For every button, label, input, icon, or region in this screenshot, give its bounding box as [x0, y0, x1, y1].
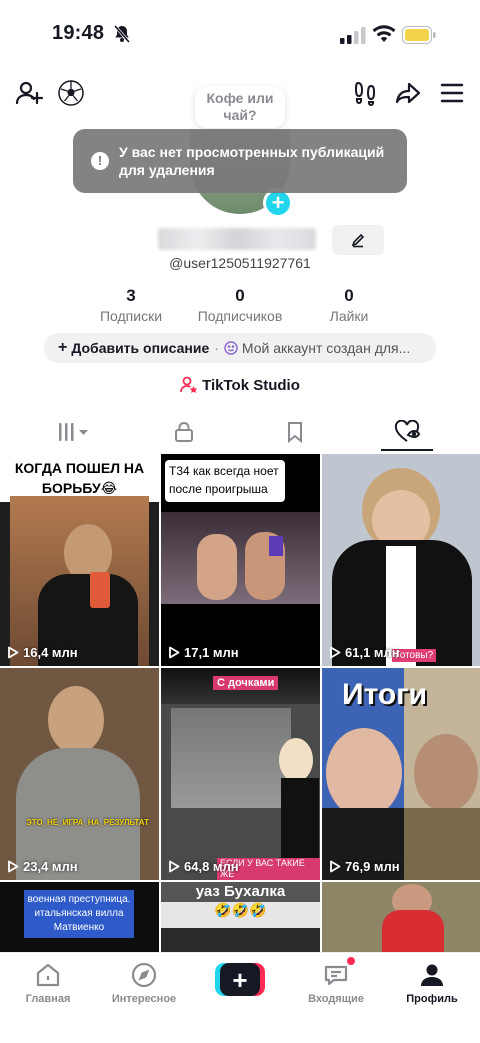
- status-bar: 19:48: [0, 0, 480, 70]
- video-caption: военная преступница. итальянская вилла М…: [24, 890, 134, 938]
- edit-name-button[interactable]: [332, 225, 384, 255]
- tiktok-studio-link[interactable]: TikTok Studio: [0, 376, 480, 394]
- bookmark-icon: [288, 422, 302, 443]
- stat-label: Подписки: [99, 308, 163, 324]
- nav-discover[interactable]: Интересное: [96, 961, 192, 1005]
- smile-icon: [224, 341, 238, 355]
- stat-label: Лайки: [329, 308, 369, 324]
- view-count: 76,9 млн: [329, 859, 400, 874]
- video-thumbnail[interactable]: уаз Бухалка 🤣🤣🤣: [161, 882, 320, 954]
- grid-icon: [59, 423, 88, 441]
- view-count-text: 23,4 млн: [23, 859, 78, 874]
- add-description-link[interactable]: Добавить описание: [71, 340, 209, 356]
- separator: ·: [214, 340, 219, 356]
- create-button[interactable]: +: [215, 963, 265, 996]
- video-thumbnail[interactable]: Итоги 76,9 млн: [322, 668, 480, 880]
- view-count-text: 16,4 млн: [23, 645, 78, 660]
- studio-icon: [180, 376, 198, 393]
- video-caption: С дочками: [213, 676, 279, 690]
- play-icon: [8, 860, 19, 873]
- video-thumbnail[interactable]: T34 как всегда ноет после проигрыша 17,1…: [161, 454, 320, 666]
- nav-inbox[interactable]: Входящие: [288, 961, 384, 1005]
- nav-profile[interactable]: Профиль: [384, 961, 480, 1005]
- video-caption: уаз Бухалка: [161, 882, 320, 902]
- lock-icon: [175, 422, 193, 442]
- bottom-navigation: Главная Интересное + Входящие Профиль: [0, 952, 480, 1043]
- nav-profile-label: Профиль: [406, 993, 458, 1005]
- bio-pill[interactable]: + Добавить описание · Мой аккаунт создан…: [44, 333, 436, 363]
- question-bubble[interactable]: Кофе или чай?: [195, 86, 285, 128]
- inbox-icon: [324, 965, 348, 986]
- tab-videos[interactable]: [14, 412, 134, 452]
- video-caption-2: 🤣🤣🤣: [214, 902, 267, 918]
- nav-home[interactable]: Главная: [0, 961, 96, 1005]
- tab-liked[interactable]: [347, 412, 467, 452]
- video-thumbnail[interactable]: ЭТО_НЕ_ИГРА_НА_РЕЗУЛЬТАТ 23,4 млн: [0, 668, 159, 880]
- play-icon: [330, 646, 341, 659]
- stat-followers[interactable]: 0 Подписчиков: [180, 286, 300, 324]
- stat-value: 0: [344, 286, 354, 305]
- add-friend-icon[interactable]: [14, 78, 44, 108]
- video-grid: КОГДА ПОШЕЛ НА БОРЬБУ😂 16,4 млн T34 как …: [0, 454, 480, 954]
- footprints-icon[interactable]: [350, 78, 380, 108]
- video-thumbnail[interactable]: КОГДА ПОШЕЛ НА БОРЬБУ😂 16,4 млн: [0, 454, 159, 666]
- battery-icon: [402, 26, 436, 44]
- video-caption: T34 как всегда ноет после проигрыша: [169, 464, 279, 496]
- stat-following[interactable]: 3 Подписки: [71, 286, 191, 324]
- profile-icon: [421, 964, 443, 986]
- view-count: 17,1 млн: [168, 645, 239, 660]
- menu-icon[interactable]: [437, 78, 467, 108]
- signal-icon: [340, 27, 366, 44]
- view-count: 61,1 млн: [329, 645, 400, 660]
- stat-value: 3: [126, 286, 136, 305]
- soccer-ball-icon[interactable]: [56, 78, 86, 108]
- video-thumbnail[interactable]: Готовы? 61,1 млн: [322, 454, 480, 666]
- toast-message: У вас нет просмотренных публикаций для у…: [119, 144, 385, 178]
- status-time: 19:48: [52, 22, 105, 44]
- share-icon[interactable]: [393, 78, 423, 108]
- plus-icon: +: [220, 963, 260, 996]
- toast-notification: ! У вас нет просмотренных публикаций для…: [73, 129, 407, 193]
- view-count-text: 76,9 млн: [345, 859, 400, 874]
- display-name-blurred: [158, 228, 316, 250]
- content-tabs: [0, 412, 480, 452]
- pencil-icon: [351, 233, 365, 248]
- view-count-text: 61,1 млн: [345, 645, 400, 660]
- nav-inbox-label: Входящие: [308, 993, 364, 1005]
- play-icon: [169, 860, 180, 873]
- home-icon: [36, 963, 60, 987]
- play-icon: [169, 646, 180, 659]
- stat-likes[interactable]: 0 Лайки: [289, 286, 409, 324]
- username: @user1250511927761: [169, 255, 311, 271]
- view-count: 64,8 млн: [168, 859, 239, 874]
- plus-icon: +: [58, 339, 68, 356]
- video-caption: Итоги: [342, 678, 428, 711]
- video-thumbnail[interactable]: С дочками ЕСЛИ У ВАС ТАКИЕ ЖЕ 64,8 млн: [161, 668, 320, 880]
- notification-dot: [347, 957, 355, 965]
- video-caption: ЭТО_НЕ_ИГРА_НА_РЕЗУЛЬТАТ: [26, 818, 150, 827]
- stat-value: 0: [235, 286, 245, 305]
- info-icon: !: [91, 152, 109, 170]
- heart-eye-icon: [394, 420, 420, 442]
- view-count: 23,4 млн: [7, 859, 78, 874]
- tab-favorites[interactable]: [235, 412, 355, 452]
- active-tab-indicator: [381, 449, 433, 451]
- studio-label: TikTok Studio: [202, 376, 300, 394]
- view-count-text: 64,8 млн: [184, 859, 239, 874]
- bell-off-icon: [113, 25, 131, 43]
- play-icon: [8, 646, 19, 659]
- tab-private[interactable]: [124, 412, 244, 452]
- video-caption: КОГДА ПОШЕЛ НА БОРЬБУ😂: [14, 460, 145, 496]
- account-purpose-link[interactable]: Мой аккаунт создан для...: [242, 340, 410, 356]
- video-thumbnail[interactable]: военная преступница. итальянская вилла М…: [0, 882, 159, 954]
- view-count: 16,4 млн: [7, 645, 78, 660]
- view-count-text: 17,1 млн: [184, 645, 239, 660]
- stat-label: Подписчиков: [197, 308, 283, 324]
- video-thumbnail[interactable]: [322, 882, 480, 954]
- nav-home-label: Главная: [25, 993, 71, 1005]
- wifi-icon: [372, 25, 396, 42]
- play-icon: [330, 860, 341, 873]
- compass-icon: [131, 962, 157, 988]
- nav-discover-label: Интересное: [111, 993, 177, 1005]
